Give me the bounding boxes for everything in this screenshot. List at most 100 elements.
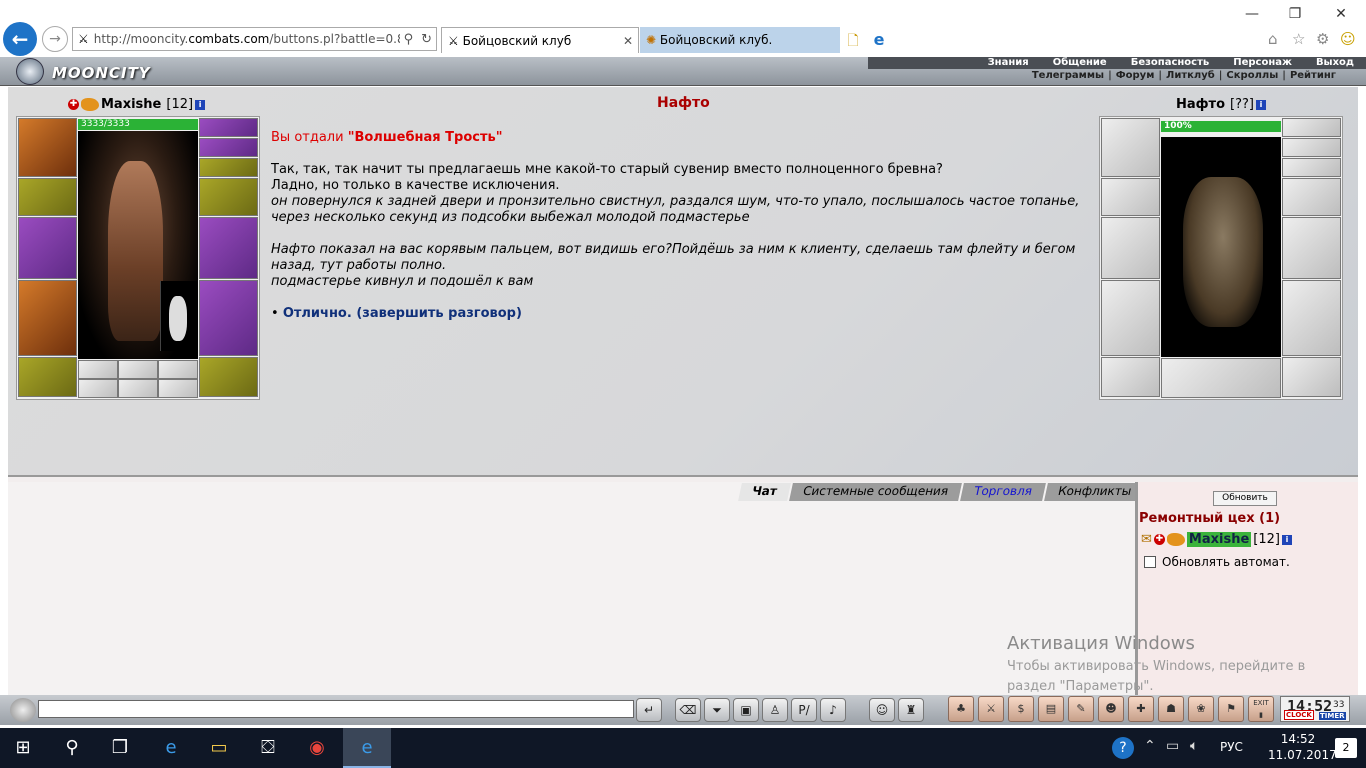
search-icon[interactable]: ⚲ (404, 32, 414, 47)
belt-slot[interactable] (1101, 357, 1160, 397)
store-icon[interactable]: ⛋ (253, 733, 283, 763)
refresh-icon[interactable]: ↻ (421, 32, 432, 47)
sound-icon[interactable]: ♪ (820, 698, 846, 722)
timer-label[interactable]: TIMER (1319, 712, 1346, 720)
rings-slot[interactable] (1282, 158, 1341, 177)
search-icon[interactable]: ⚲ (57, 733, 87, 763)
helmet-slot[interactable] (18, 118, 77, 177)
pocket-slot-1[interactable] (78, 379, 118, 398)
amulet-slot[interactable] (1282, 138, 1341, 157)
rune-slot-3[interactable] (158, 360, 198, 379)
info-icon[interactable]: i (195, 99, 206, 110)
tab-chat[interactable]: Чат (738, 483, 791, 501)
boots-slot[interactable] (199, 357, 258, 397)
back-button[interactable]: ← (3, 22, 37, 56)
start-windows-icon[interactable]: ⊞ (8, 733, 38, 763)
bracers-slot[interactable] (18, 178, 77, 216)
earring-slot[interactable] (199, 118, 258, 137)
weapon-slot[interactable] (1101, 217, 1160, 279)
run-icon[interactable]: ♙ (762, 698, 788, 722)
edge-icon[interactable]: e (156, 733, 186, 763)
chest-icon[interactable]: ▤ (1038, 696, 1064, 722)
pocket-slots[interactable] (1161, 358, 1281, 398)
forward-button[interactable]: → (42, 26, 68, 52)
menu-obshchenie[interactable]: Общение (1041, 57, 1119, 69)
close-window-icon[interactable]: ✕ (1329, 6, 1353, 22)
filter-icon[interactable]: ⏷ (704, 698, 730, 722)
tab-trade[interactable]: Торговля (959, 483, 1046, 501)
amulet-slot[interactable] (199, 138, 258, 157)
gloves-slot[interactable] (199, 178, 258, 216)
ie-icon[interactable]: e (868, 30, 890, 52)
bag-icon[interactable]: ♣ (948, 696, 974, 722)
translit-icon[interactable]: P/ (791, 698, 817, 722)
chat-log[interactable] (8, 482, 1135, 695)
chrome-icon[interactable]: ◉ (302, 733, 332, 763)
minimize-icon[interactable]: — (1240, 6, 1264, 22)
new-tab-icon[interactable]: 🗋 (843, 30, 863, 50)
settings-gear-icon[interactable]: ⚙ (1316, 30, 1329, 48)
paw-icon[interactable]: ❀ (1188, 696, 1214, 722)
submenu-skrolly[interactable]: Скроллы (1226, 69, 1278, 82)
network-icon[interactable]: ▭ (1166, 738, 1179, 754)
belt-slot[interactable] (18, 357, 77, 397)
notification-center-icon[interactable]: 2 (1335, 738, 1357, 758)
leggings-slot[interactable] (1282, 280, 1341, 356)
tab-close-icon[interactable]: ✕ (623, 34, 633, 48)
helmet-slot[interactable] (1101, 118, 1160, 177)
chevron-up-icon[interactable]: ⌃ (1144, 738, 1156, 754)
exit-icon[interactable]: EXIT ▮ (1248, 696, 1274, 722)
helmet-icon[interactable]: ♜ (898, 698, 924, 722)
submenu-reiting[interactable]: Рейтинг (1290, 69, 1336, 82)
menu-znaniya[interactable]: Знания (976, 57, 1041, 69)
home-icon[interactable]: ⌂ (1268, 30, 1278, 48)
file-explorer-icon[interactable]: ▭ (204, 733, 234, 763)
ie-taskbar-button[interactable]: e (343, 728, 391, 768)
scroll-icon[interactable]: ✎ (1068, 696, 1094, 722)
auto-refresh-checkbox[interactable] (1144, 556, 1156, 568)
restore-icon[interactable]: ❐ (1283, 6, 1307, 22)
menu-vyhod[interactable]: Выход (1304, 57, 1366, 69)
clan-cross-icon[interactable]: ✚ (1128, 696, 1154, 722)
smiley-feedback-icon[interactable]: ☺ (1340, 30, 1356, 48)
refresh-button[interactable]: Обновить (1213, 491, 1277, 506)
eraser-icon[interactable]: ⌫ (675, 698, 701, 722)
submenu-litklub[interactable]: Литклуб (1166, 69, 1215, 82)
armor-slot[interactable] (18, 280, 77, 356)
rune-slot-1[interactable] (78, 360, 118, 379)
bracers-slot[interactable] (1101, 178, 1160, 216)
gloves-slot[interactable] (1282, 178, 1341, 216)
menu-personazh[interactable]: Персонаж (1221, 57, 1304, 69)
flag-icon[interactable]: ⚑ (1218, 696, 1244, 722)
money-bag-icon[interactable]: $ (1008, 696, 1034, 722)
player-avatar[interactable] (78, 131, 198, 359)
language-indicator[interactable]: РУС (1220, 740, 1243, 754)
submenu-forum[interactable]: Форум (1116, 69, 1155, 82)
sword-icon[interactable]: ⚔ (978, 696, 1004, 722)
player-name[interactable]: Maxishe (101, 97, 161, 112)
weapon-slot[interactable] (18, 217, 77, 279)
tab-conflicts[interactable]: Конфликты (1043, 483, 1145, 501)
address-bar[interactable]: ⚔ http://mooncity.combats.com/buttons.pl… (72, 27, 437, 51)
tab-combats-2[interactable]: ✺ Бойцовский клуб. (640, 27, 840, 53)
tab-combats-1[interactable]: ⚔ Бойцовский клуб ✕ (441, 27, 639, 53)
help-icon[interactable]: ? (1112, 737, 1134, 759)
info-icon[interactable]: i (1281, 534, 1292, 545)
npc-avatar[interactable] (1161, 137, 1281, 357)
volume-icon[interactable]: 🔈︎ (1190, 738, 1198, 754)
info-icon[interactable]: i (1255, 99, 1266, 110)
pocket-slot-3[interactable] (158, 379, 198, 398)
shield-slot[interactable] (1282, 217, 1341, 279)
favorites-star-icon[interactable]: ☆ (1292, 30, 1305, 48)
pocket-slot-2[interactable] (118, 379, 158, 398)
earring-slot[interactable] (1282, 118, 1341, 137)
chat-input[interactable] (38, 700, 634, 718)
friends-icon[interactable]: ☗ (1158, 696, 1184, 722)
offhand-slot[interactable] (199, 217, 258, 279)
private-message-icon[interactable]: ✉ (1141, 532, 1152, 547)
send-enter-icon[interactable]: ↵ (636, 698, 662, 722)
submenu-telegrammy[interactable]: Телеграммы (1032, 69, 1104, 82)
tab-system-messages[interactable]: Системные сообщения (788, 483, 962, 501)
mask-icon[interactable]: ☻ (1098, 696, 1124, 722)
menu-bezopasnost[interactable]: Безопасность (1119, 57, 1222, 69)
